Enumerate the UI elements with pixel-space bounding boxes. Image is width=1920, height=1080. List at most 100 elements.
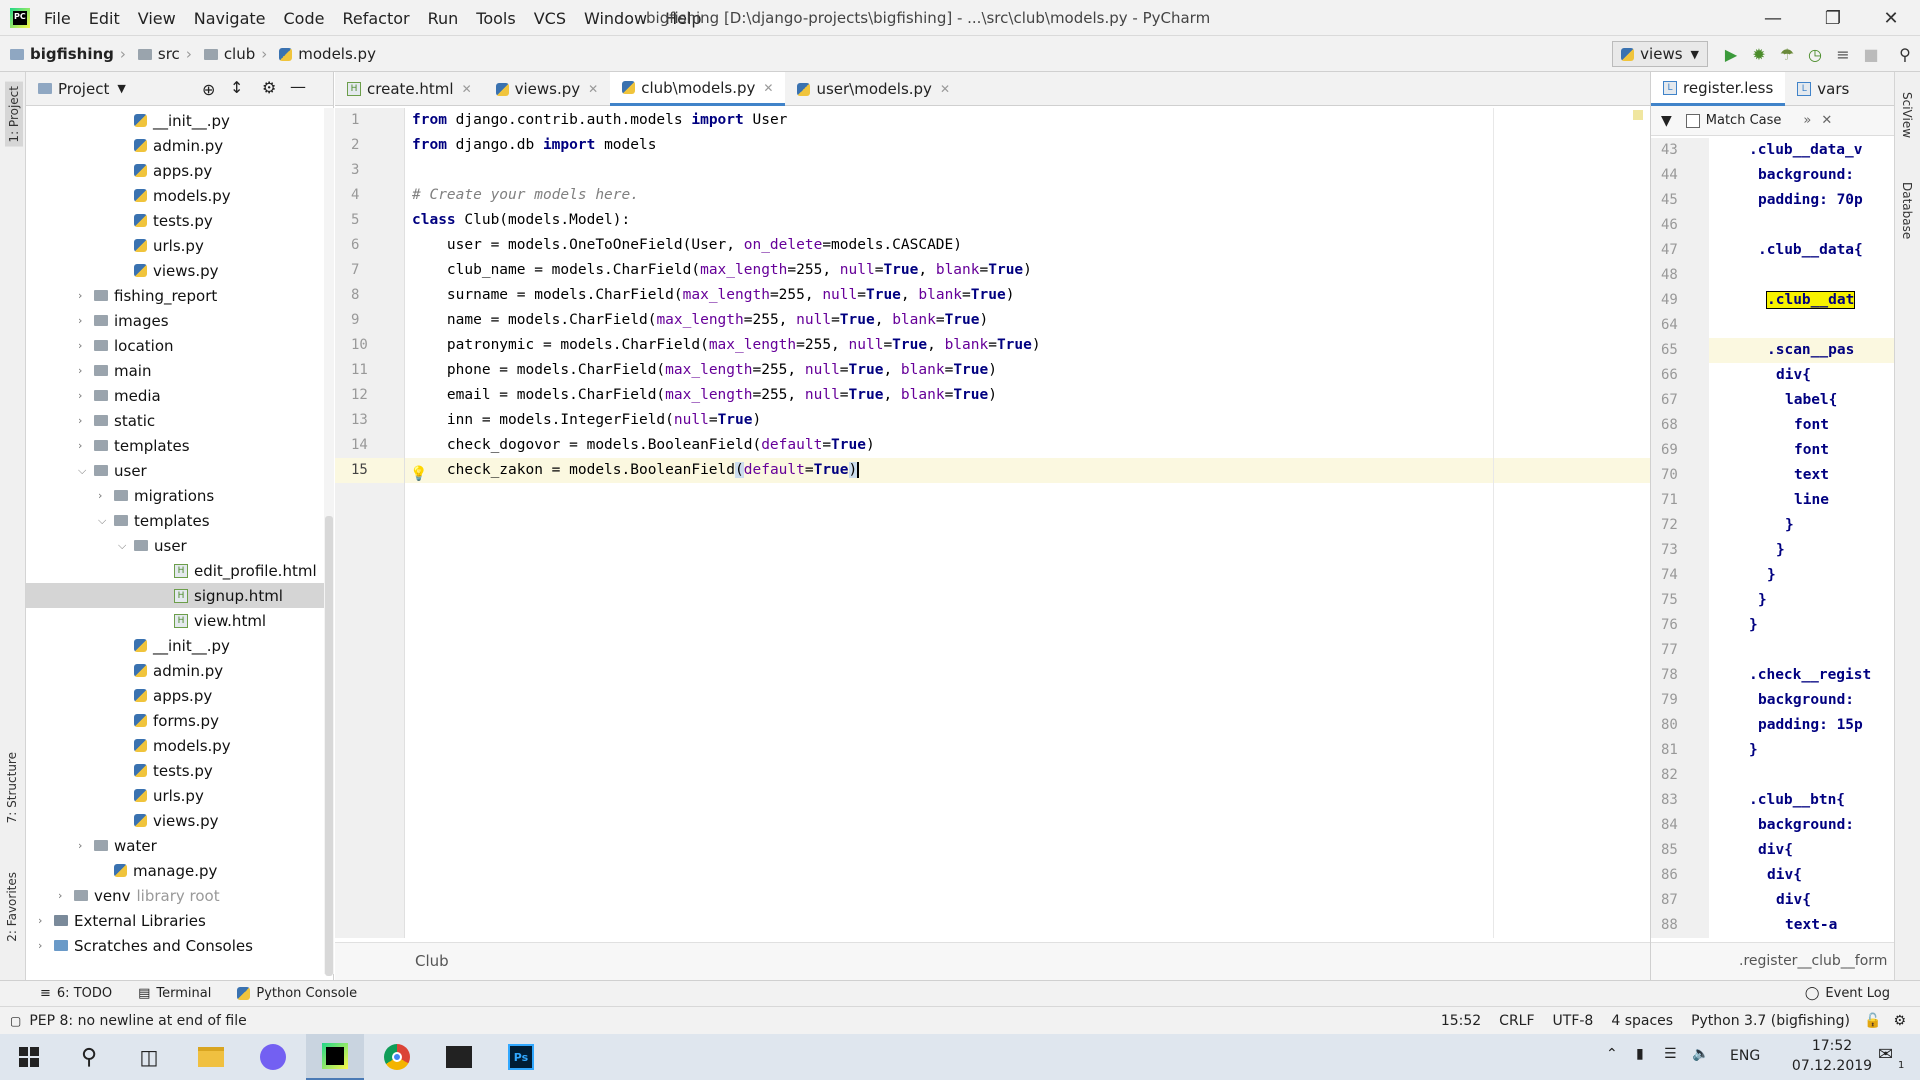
tree-item[interactable]: apps.py	[26, 683, 334, 708]
tree-item[interactable]: › migrations	[26, 483, 334, 508]
menu-view[interactable]: View	[138, 9, 176, 28]
close-tab-icon[interactable]: ✕	[588, 82, 598, 96]
file-encoding[interactable]: UTF-8	[1553, 1013, 1594, 1029]
tree-item[interactable]: ⌵ templates	[26, 508, 334, 533]
inspection-status-icon[interactable]	[1633, 110, 1643, 120]
lightbulb-icon[interactable]: 💡	[410, 466, 427, 482]
locate-icon[interactable]: ⊕	[202, 80, 215, 99]
task-view-icon[interactable]: ◫	[120, 1034, 178, 1080]
windows-start-icon[interactable]	[0, 1034, 58, 1080]
file-explorer-icon[interactable]	[182, 1034, 240, 1080]
run-icon[interactable]: ▶	[1718, 41, 1744, 67]
code-area[interactable]: from django.contrib.auth.models import U…	[405, 108, 1650, 938]
sciview-tool-tab[interactable]: SciView	[1900, 92, 1914, 138]
editor-tab[interactable]: views.py ✕	[484, 72, 611, 106]
tree-item[interactable]: › location	[26, 333, 334, 358]
wifi-icon[interactable]: ☰	[1664, 1046, 1677, 1062]
clock-time[interactable]: 17:52	[1796, 1038, 1868, 1054]
tree-item[interactable]: admin.py	[26, 133, 334, 158]
profile-icon[interactable]: ◷	[1802, 41, 1828, 67]
gear-icon[interactable]: ⚙	[262, 78, 276, 97]
favorites-tool-tab[interactable]: 2: Favorites	[5, 872, 19, 942]
tree-item[interactable]: › fishing_report	[26, 283, 334, 308]
language-indicator[interactable]: ENG	[1730, 1048, 1760, 1064]
restore-button[interactable]: ❐	[1804, 0, 1862, 36]
tree-item[interactable]: views.py	[26, 808, 334, 833]
search-icon[interactable]: ⚲	[60, 1034, 118, 1080]
menu-refactor[interactable]: Refactor	[342, 9, 409, 28]
expand-arrow-icon[interactable]: ›	[38, 914, 54, 927]
tree-scrollbar[interactable]	[324, 108, 334, 976]
pycharm-taskbar-icon[interactable]	[306, 1034, 364, 1080]
menu-edit[interactable]: Edit	[89, 9, 120, 28]
photoshop-icon[interactable]: Ps	[492, 1034, 550, 1080]
expand-arrow-icon[interactable]: ›	[78, 314, 94, 327]
python-interpreter[interactable]: Python 3.7 (bigfishing)	[1691, 1013, 1850, 1029]
menu-window[interactable]: Window	[584, 9, 647, 28]
tree-item[interactable]: views.py	[26, 258, 334, 283]
tree-item[interactable]: › water	[26, 833, 334, 858]
tree-item[interactable]: __init__.py	[26, 108, 334, 133]
tree-item[interactable]: › static	[26, 408, 334, 433]
tree-item[interactable]: urls.py	[26, 233, 334, 258]
debug-icon[interactable]: ✹	[1746, 41, 1772, 67]
tree-item[interactable]: › venv library root	[26, 883, 334, 908]
collapse-all-icon[interactable]: ↕	[230, 78, 243, 97]
expand-arrow-icon[interactable]: ⌵	[98, 514, 114, 528]
tree-item[interactable]: › Scratches and Consoles	[26, 933, 334, 958]
coverage-icon[interactable]: ☂	[1774, 41, 1800, 67]
crumb-club[interactable]: club ›	[203, 45, 273, 63]
tab-vars[interactable]: Lvars	[1785, 72, 1861, 106]
status-panel-icon[interactable]: ▢	[10, 1014, 21, 1028]
expand-arrow-icon[interactable]: ›	[78, 839, 94, 852]
expand-arrow-icon[interactable]: ⌵	[118, 539, 134, 553]
match-case-checkbox[interactable]	[1685, 113, 1700, 128]
hide-panel-icon[interactable]: —	[290, 77, 306, 96]
tree-item[interactable]: admin.py	[26, 658, 334, 683]
minimize-button[interactable]: —	[1744, 0, 1802, 36]
photos-icon[interactable]	[430, 1034, 488, 1080]
tree-item[interactable]: __init__.py	[26, 633, 334, 658]
expand-arrow-icon[interactable]: ⌵	[78, 464, 94, 478]
tree-item[interactable]: urls.py	[26, 783, 334, 808]
crumb-file[interactable]: models.py	[279, 45, 376, 63]
crumb-src[interactable]: src ›	[137, 45, 198, 63]
tree-item[interactable]: ⌵ user	[26, 458, 334, 483]
tree-item[interactable]: tests.py	[26, 758, 334, 783]
todo-tool-button[interactable]: ≡ 6: TODO	[40, 986, 112, 1001]
tree-item[interactable]: manage.py	[26, 858, 334, 883]
tree-item[interactable]: › External Libraries	[26, 908, 334, 933]
tree-item[interactable]: › templates	[26, 433, 334, 458]
tree-item[interactable]: › images	[26, 308, 334, 333]
tree-item[interactable]: models.py	[26, 183, 334, 208]
stop-icon[interactable]: ■	[1858, 41, 1884, 67]
menu-navigate[interactable]: Navigate	[194, 9, 266, 28]
lock-icon[interactable]: 🔓	[1864, 1013, 1881, 1029]
close-tab-icon[interactable]: ✕	[940, 82, 950, 96]
tree-item[interactable]: Hsignup.html	[26, 583, 334, 608]
close-tab-icon[interactable]: ✕	[763, 81, 773, 95]
viber-icon[interactable]	[244, 1034, 302, 1080]
tree-item[interactable]: tests.py	[26, 208, 334, 233]
tree-item[interactable]: forms.py	[26, 708, 334, 733]
close-tab-icon[interactable]: ✕	[462, 82, 472, 96]
expand-arrow-icon[interactable]: ›	[78, 289, 94, 302]
tree-item[interactable]: › media	[26, 383, 334, 408]
tree-item[interactable]: › main	[26, 358, 334, 383]
expand-arrow-icon[interactable]: ›	[78, 389, 94, 402]
editor-tab[interactable]: Hcreate.html ✕	[335, 72, 484, 106]
editor-tab[interactable]: club\models.py ✕	[610, 72, 786, 106]
tree-item[interactable]: Hview.html	[26, 608, 334, 633]
menu-run[interactable]: Run	[428, 9, 459, 28]
line-separator[interactable]: CRLF	[1499, 1013, 1534, 1029]
chrome-icon[interactable]	[368, 1034, 426, 1080]
close-window-button[interactable]: ✕	[1862, 0, 1920, 36]
terminal-tool-button[interactable]: ▤ Terminal	[138, 986, 211, 1001]
expand-arrow-icon[interactable]: ›	[78, 339, 94, 352]
expand-arrow-icon[interactable]: ›	[58, 889, 74, 902]
inspector-icon[interactable]: ⚙	[1893, 1013, 1906, 1029]
structure-tool-tab[interactable]: 7: Structure	[5, 752, 19, 823]
split-code-area[interactable]: .club__data_v background: padding: 70p .clu…	[1709, 138, 1895, 938]
tree-item[interactable]: Hedit_profile.html	[26, 558, 334, 583]
tree-item[interactable]: ⌵ user	[26, 533, 334, 558]
